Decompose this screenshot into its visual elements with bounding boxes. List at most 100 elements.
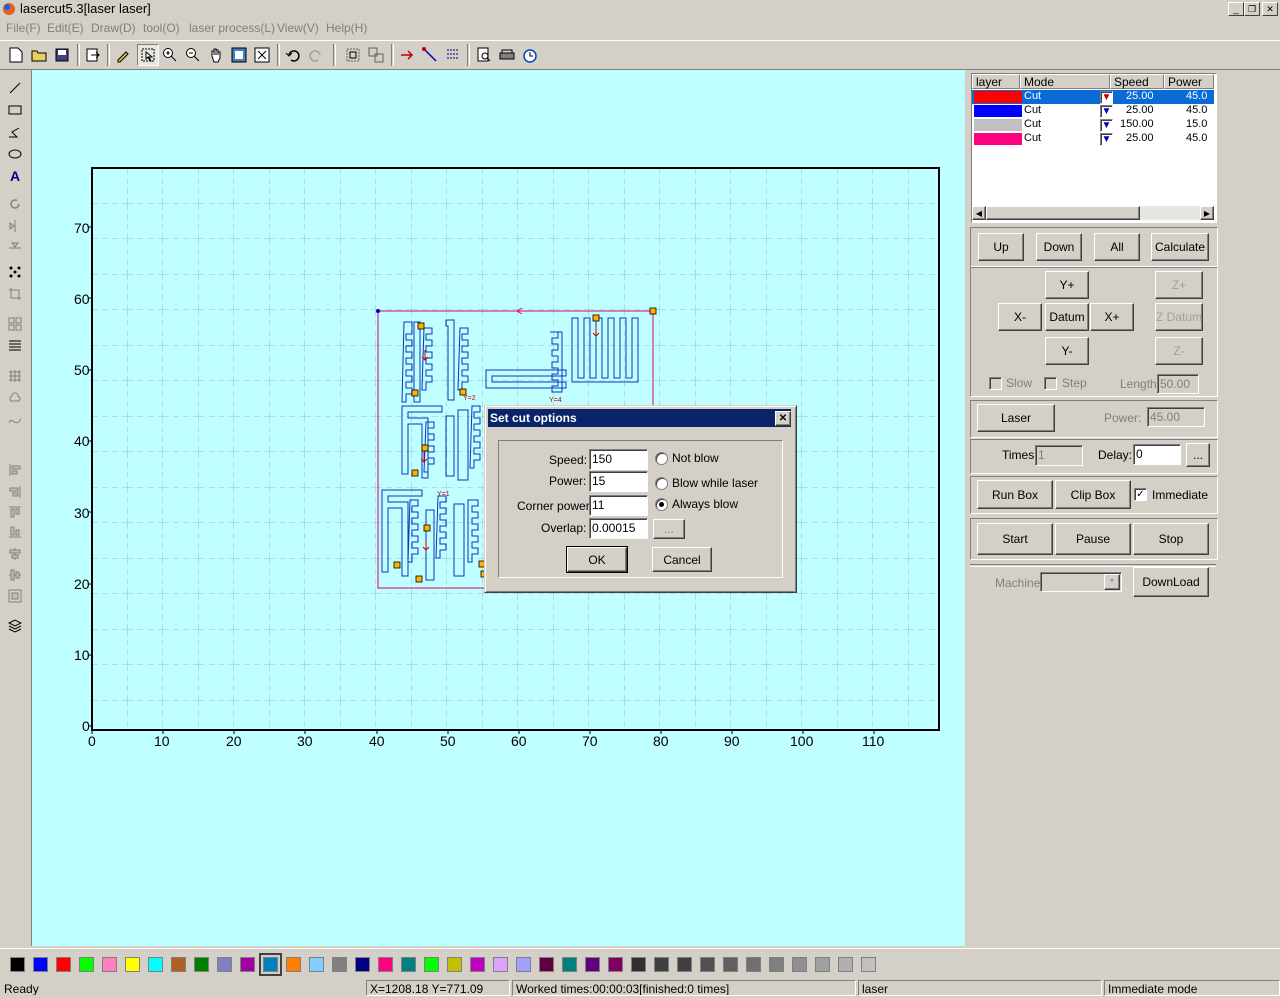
align-bottom-icon[interactable] — [4, 522, 26, 542]
x-minus-button[interactable]: X- — [998, 303, 1042, 331]
times-field[interactable]: 1 — [1035, 445, 1083, 466]
z-plus-button[interactable]: Z+ — [1155, 271, 1203, 299]
color-swatch[interactable] — [585, 957, 600, 972]
laser-button[interactable]: Laser — [977, 404, 1055, 432]
clock-timer-icon[interactable] — [519, 44, 541, 66]
cut-start-icon[interactable] — [396, 44, 418, 66]
ungroup-icon[interactable] — [365, 44, 387, 66]
array-icon[interactable] — [442, 44, 464, 66]
color-swatch[interactable] — [259, 953, 282, 976]
pencil-icon[interactable] — [112, 44, 134, 66]
all-button[interactable]: All — [1094, 233, 1140, 261]
x-plus-button[interactable]: X+ — [1090, 303, 1134, 331]
layer-row[interactable]: Cut ▼ 150.00 15.0 — [972, 118, 1214, 132]
blow-while-laser-radio[interactable] — [655, 477, 668, 490]
overlap-input[interactable]: 0.00015 — [589, 518, 648, 539]
hand-pan-icon[interactable] — [205, 44, 227, 66]
not-blow-radio[interactable] — [655, 452, 668, 465]
color-swatch[interactable] — [355, 957, 370, 972]
rotate-tool-icon[interactable] — [4, 194, 26, 214]
color-swatch[interactable] — [677, 957, 692, 972]
scroll-left-icon[interactable]: ◀ — [972, 206, 986, 220]
color-swatch[interactable] — [332, 957, 347, 972]
layer-row[interactable]: Cut ▼ 25.00 45.0 — [972, 104, 1214, 118]
center-vertical-icon[interactable] — [4, 565, 26, 585]
cloud-shape-icon[interactable] — [4, 388, 26, 408]
color-swatch[interactable] — [493, 957, 508, 972]
layer-table-scrollbar[interactable]: ◀ ▶ — [972, 206, 1214, 220]
zoom-page-icon[interactable] — [228, 44, 250, 66]
color-swatch[interactable] — [792, 957, 807, 972]
color-swatch[interactable] — [125, 957, 140, 972]
column-header-layer[interactable]: layer — [972, 74, 1020, 89]
column-header-speed[interactable]: Speed — [1110, 74, 1164, 89]
color-swatch[interactable] — [608, 957, 623, 972]
mode-dropdown-arrow-icon[interactable]: ▼ — [1100, 119, 1113, 132]
save-icon[interactable] — [51, 44, 73, 66]
curve-smooth-icon[interactable] — [4, 410, 26, 430]
color-swatch[interactable] — [378, 957, 393, 972]
mode-dropdown-arrow-icon[interactable]: ▼ — [1100, 133, 1113, 146]
color-swatch[interactable] — [769, 957, 784, 972]
menu-draw[interactable]: Draw(D) — [91, 21, 136, 35]
scroll-thumb[interactable] — [986, 206, 1140, 220]
laser-power-field[interactable]: 45.00 — [1147, 407, 1205, 427]
machine-icon[interactable] — [496, 44, 518, 66]
rectangle-tool-icon[interactable] — [4, 100, 26, 120]
align-top-icon[interactable] — [4, 502, 26, 522]
corner-power-input[interactable]: 11 — [589, 495, 648, 516]
ellipse-tool-icon[interactable] — [4, 144, 26, 164]
line-tool-icon[interactable] — [4, 78, 26, 98]
clip-box-button[interactable]: Clip Box — [1055, 480, 1131, 509]
color-swatch[interactable] — [861, 957, 876, 972]
color-swatch[interactable] — [723, 957, 738, 972]
mode-dropdown-arrow-icon[interactable]: ▼ — [1100, 91, 1113, 104]
text-tool-icon[interactable]: A — [4, 166, 26, 186]
preview-icon[interactable] — [473, 44, 495, 66]
align-right-icon[interactable] — [4, 482, 26, 502]
color-swatch[interactable] — [516, 957, 531, 972]
pause-button[interactable]: Pause — [1055, 523, 1131, 555]
scan-fill-icon[interactable] — [4, 336, 26, 356]
color-swatch[interactable] — [309, 957, 324, 972]
color-swatch[interactable] — [56, 957, 71, 972]
ok-button[interactable]: OK — [566, 546, 628, 573]
start-button[interactable]: Start — [977, 523, 1053, 555]
group-icon[interactable] — [342, 44, 364, 66]
color-swatch[interactable] — [562, 957, 577, 972]
column-header-power[interactable]: Power — [1164, 74, 1214, 89]
layer-table[interactable]: layer Mode Speed Power Cut ▼ 25.00 45.0 … — [971, 73, 1217, 223]
minimize-button[interactable]: _ — [1228, 2, 1244, 16]
length-field[interactable]: 50.00 — [1157, 374, 1199, 394]
slow-checkbox[interactable] — [989, 377, 1002, 390]
menu-tool[interactable]: tool(O) — [143, 21, 180, 35]
dialog-close-icon[interactable]: ✕ — [775, 411, 791, 426]
color-swatch[interactable] — [447, 957, 462, 972]
immediate-checkbox[interactable]: ✓ — [1134, 488, 1147, 501]
color-swatch[interactable] — [838, 957, 853, 972]
color-swatch[interactable] — [401, 957, 416, 972]
z-datum-button[interactable]: Z Datum — [1155, 303, 1203, 331]
select-pointer-icon[interactable] — [137, 44, 159, 66]
color-swatch[interactable] — [79, 957, 94, 972]
y-plus-button[interactable]: Y+ — [1045, 271, 1089, 299]
crop-tool-icon[interactable] — [4, 284, 26, 304]
color-swatch[interactable] — [217, 957, 232, 972]
speed-input[interactable]: 150 — [589, 449, 648, 470]
power-input[interactable]: 15 — [589, 471, 648, 492]
delay-field[interactable]: 0 — [1133, 444, 1181, 465]
color-swatch[interactable] — [815, 957, 830, 972]
machine-select[interactable]: ▼ — [1040, 572, 1122, 592]
path-direction-icon[interactable] — [419, 44, 441, 66]
color-swatch[interactable] — [33, 957, 48, 972]
layer-row[interactable]: Cut ▼ 25.00 45.0 — [972, 90, 1214, 104]
mode-dropdown-arrow-icon[interactable]: ▼ — [1100, 105, 1113, 118]
run-box-button[interactable]: Run Box — [977, 480, 1053, 509]
node-edit-icon[interactable] — [4, 262, 26, 282]
redo-icon[interactable] — [305, 44, 327, 66]
column-header-mode[interactable]: Mode — [1020, 74, 1110, 89]
y-minus-button[interactable]: Y- — [1045, 337, 1089, 365]
restore-button[interactable]: ❐ — [1244, 2, 1260, 16]
scroll-right-icon[interactable]: ▶ — [1200, 206, 1214, 220]
z-minus-button[interactable]: Z- — [1155, 337, 1203, 365]
